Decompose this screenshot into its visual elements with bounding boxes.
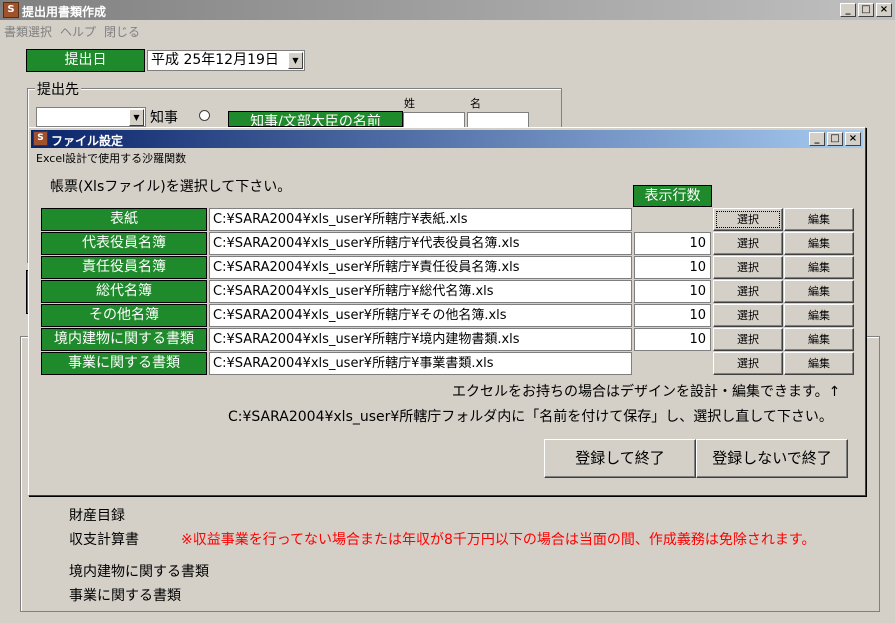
register-and-exit-button[interactable]: 登録して終了 [544,439,696,478]
surname-header: 姓 [404,97,415,110]
row-label-precinct-buildings: 境内建物に関する書類 [41,328,207,351]
edit-button-responsible[interactable]: 編集 [784,256,854,279]
dialog-titlebar: S ファイル設定 _ □ × [31,130,863,148]
row-label-other: その他名簿 [41,304,207,327]
path-input-delegates[interactable]: C:¥SARA2004¥xls_user¥所轄庁¥総代名簿.xls [209,280,632,303]
edit-button-business[interactable]: 編集 [784,352,854,375]
close-icon[interactable]: × [845,132,861,146]
select-button-precinct-buildings[interactable]: 選択 [713,328,783,351]
list-item[interactable]: 事業に関する書類 [69,585,181,605]
save-path-note: C:¥SARA2004¥xls_user¥所轄庁フォルダ内に「名前を付けて保存」… [228,409,833,425]
main-titlebar: S 提出用書類作成 _ □ × [0,0,895,20]
submission-date-label: 提出日 [26,49,145,72]
menu-help[interactable]: ヘルプ [56,21,100,40]
submission-date-value: 平成 25年12月19日 [151,52,279,68]
count-input-precinct-buildings[interactable]: 10 [634,328,711,351]
menu-select-documents[interactable]: 書類選択 [0,21,56,40]
governor-label: 知事 [150,110,178,126]
window-title: 提出用書類作成 [22,5,107,19]
select-button-other[interactable]: 選択 [713,304,783,327]
select-button-cover[interactable]: 選択 [713,208,783,231]
list-item[interactable]: 境内建物に関する書類 [69,561,209,581]
app-icon: S [3,2,19,18]
select-button-responsible[interactable]: 選択 [713,256,783,279]
path-input-representative[interactable]: C:¥SARA2004¥xls_user¥所轄庁¥代表役員名簿.xls [209,232,632,255]
exit-without-register-button[interactable]: 登録しないで終了 [696,439,848,478]
file-settings-dialog: S ファイル設定 _ □ × Excel設計で使用する沙羅関数 帳票(Xlsファ… [28,127,866,496]
path-input-cover[interactable]: C:¥SARA2004¥xls_user¥所轄庁¥表紙.xls [209,208,632,231]
menu-bar: 書類選択 ヘルプ 閉じる [0,21,144,40]
destination-legend: 提出先 [35,79,81,99]
count-input-delegates[interactable]: 10 [634,280,711,303]
edit-button-other[interactable]: 編集 [784,304,854,327]
row-label-business: 事業に関する書類 [41,352,207,375]
edit-button-delegates[interactable]: 編集 [784,280,854,303]
window-controls: _ □ × [838,3,892,17]
list-item[interactable]: 財産目録 [69,505,125,525]
count-input-representative[interactable]: 10 [634,232,711,255]
app-icon: S [33,131,48,146]
dialog-subtitle: Excel設計で使用する沙羅関数 [36,152,187,165]
excel-note: エクセルをお持ちの場合はデザインを設計・編集できます。↑ [452,384,841,400]
select-button-delegates[interactable]: 選択 [713,280,783,303]
submission-date-select[interactable]: 平成 25年12月19日 ▼ [147,50,305,71]
row-label-delegates: 総代名簿 [41,280,207,303]
name-button[interactable]: 知事/文部大臣の名前 [228,111,403,127]
path-input-responsible[interactable]: C:¥SARA2004¥xls_user¥所轄庁¥責任役員名簿.xls [209,256,632,279]
dialog-instruction: 帳票(Xlsファイル)を選択して下さい。 [50,179,292,195]
given-name-header: 名 [470,97,481,110]
menu-close[interactable]: 閉じる [100,21,144,40]
edit-button-cover[interactable]: 編集 [784,208,854,231]
path-input-precinct-buildings[interactable]: C:¥SARA2004¥xls_user¥所轄庁¥境内建物書類.xls [209,328,632,351]
maximize-icon[interactable]: □ [827,132,843,146]
edit-button-precinct-buildings[interactable]: 編集 [784,328,854,351]
path-input-other[interactable]: C:¥SARA2004¥xls_user¥所轄庁¥その他名簿.xls [209,304,632,327]
governor-radio[interactable] [199,110,210,121]
dialog-title: ファイル設定 [51,134,124,148]
chevron-down-icon[interactable]: ▼ [288,52,303,69]
dialog-controls: _ □ × [807,132,861,146]
exemption-warning: ※収益事業を行ってない場合または年収が8千万円以下の場合は当面の間、作成義務は免… [181,532,816,548]
list-item[interactable]: 収支計算書 [69,529,139,549]
row-label-responsible: 責任役員名簿 [41,256,207,279]
chevron-down-icon[interactable]: ▼ [129,109,144,126]
edit-button-representative[interactable]: 編集 [784,232,854,255]
select-button-business[interactable]: 選択 [713,352,783,375]
path-input-business[interactable]: C:¥SARA2004¥xls_user¥所轄庁¥事業書類.xls [209,352,632,375]
maximize-icon[interactable]: □ [858,3,874,17]
select-button-representative[interactable]: 選択 [713,232,783,255]
destination-select[interactable]: ▼ [36,107,146,127]
row-label-representative: 代表役員名簿 [41,232,207,255]
minimize-icon[interactable]: _ [809,132,825,146]
minimize-icon[interactable]: _ [840,3,856,17]
row-label-cover: 表紙 [41,208,207,231]
count-input-responsible[interactable]: 10 [634,256,711,279]
count-input-other[interactable]: 10 [634,304,711,327]
close-icon[interactable]: × [876,3,892,17]
rows-header: 表示行数 [633,185,712,207]
